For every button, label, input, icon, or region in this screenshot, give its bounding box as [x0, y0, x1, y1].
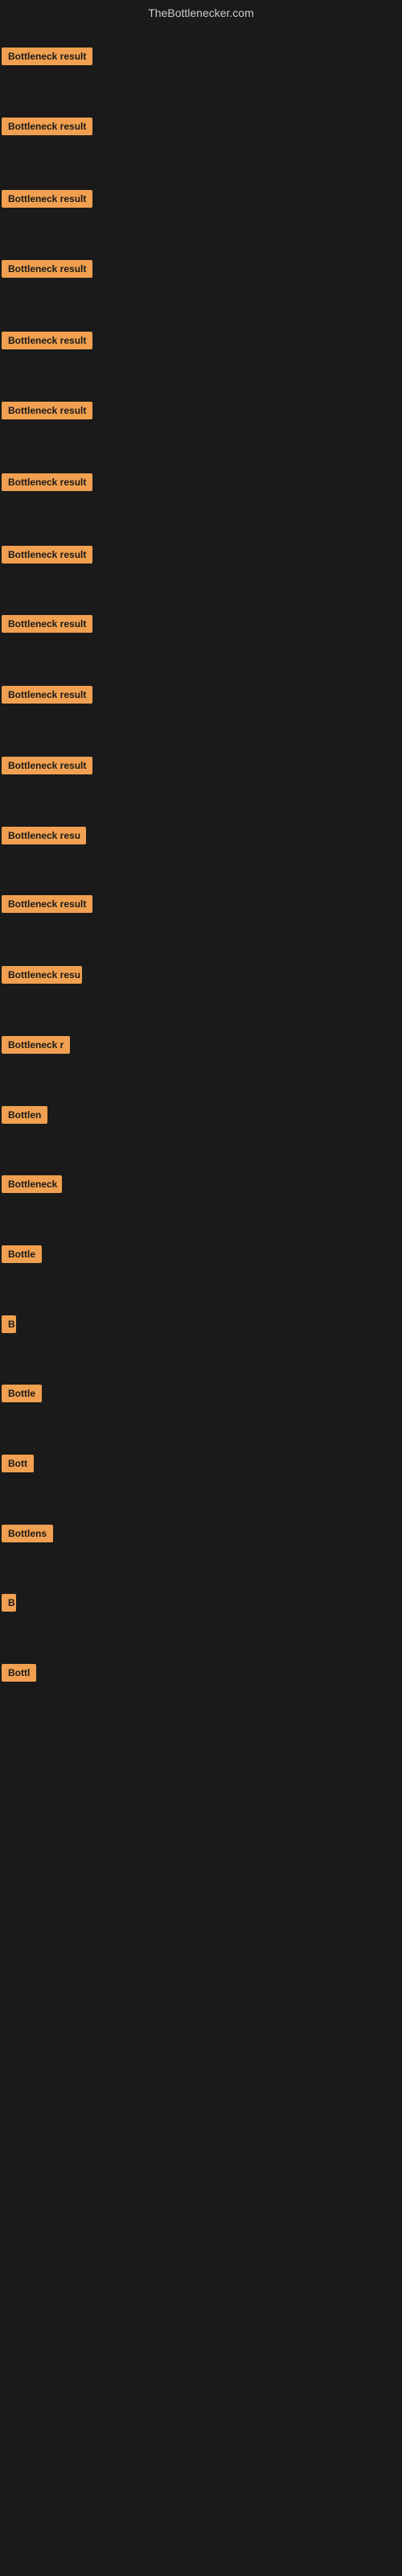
result-row: Bottleneck result	[2, 190, 396, 212]
bottleneck-badge[interactable]: Bottleneck result	[2, 118, 92, 135]
bottleneck-badge[interactable]: Bottleneck r	[2, 1036, 70, 1054]
bottleneck-badge[interactable]: B	[2, 1315, 16, 1333]
bottleneck-badge[interactable]: Bottle	[2, 1385, 42, 1402]
result-row: Bottlen	[2, 1106, 396, 1128]
bottleneck-badge[interactable]: Bottleneck result	[2, 332, 92, 349]
bottleneck-badge[interactable]: Bottle	[2, 1245, 42, 1263]
result-row: Bott	[2, 1455, 396, 1476]
bottleneck-badge[interactable]: Bottleneck resu	[2, 827, 86, 844]
result-row: Bottleneck result	[2, 546, 396, 568]
bottleneck-badge[interactable]: Bottlen	[2, 1106, 47, 1124]
result-row: Bottleneck resu	[2, 966, 396, 988]
bottleneck-badge[interactable]: Bottleneck result	[2, 895, 92, 913]
bottleneck-badge[interactable]: Bottleneck result	[2, 757, 92, 774]
bottleneck-badge[interactable]: Bottleneck result	[2, 473, 92, 491]
result-row: Bottleneck result	[2, 118, 396, 139]
result-row: Bottleneck result	[2, 686, 396, 708]
bottleneck-badge[interactable]: Bottleneck result	[2, 190, 92, 208]
result-row: Bottleneck	[2, 1175, 396, 1197]
result-row: Bottleneck resu	[2, 827, 396, 848]
site-title-text: TheBottlenecker.com	[148, 6, 254, 19]
bottleneck-badge[interactable]: Bottleneck result	[2, 686, 92, 704]
result-row: Bottlens	[2, 1525, 396, 1546]
bottleneck-badge[interactable]: Bottleneck result	[2, 615, 92, 633]
result-row: Bottleneck result	[2, 47, 396, 69]
result-row: Bottleneck result	[2, 615, 396, 637]
bottleneck-badge[interactable]: Bottl	[2, 1664, 36, 1682]
result-row: B	[2, 1315, 396, 1337]
result-row: Bottleneck r	[2, 1036, 396, 1058]
result-row: Bottleneck result	[2, 402, 396, 423]
result-row: Bottleneck result	[2, 332, 396, 353]
bottleneck-badge[interactable]: Bottleneck result	[2, 47, 92, 65]
site-title-bar: TheBottlenecker.com	[0, 0, 402, 26]
bottleneck-badge[interactable]: Bottleneck result	[2, 260, 92, 278]
result-row: Bottle	[2, 1245, 396, 1267]
result-row: B	[2, 1594, 396, 1616]
result-row: Bottleneck result	[2, 895, 396, 917]
result-row: Bottleneck result	[2, 473, 396, 495]
result-row: Bottl	[2, 1664, 396, 1686]
result-row: Bottleneck result	[2, 260, 396, 282]
bottleneck-badge[interactable]: Bottleneck result	[2, 546, 92, 564]
bottleneck-badge[interactable]: Bottleneck	[2, 1175, 62, 1193]
result-row: Bottle	[2, 1385, 396, 1406]
result-row: Bottleneck result	[2, 757, 396, 778]
bottleneck-badge[interactable]: Bott	[2, 1455, 34, 1472]
bottleneck-badge[interactable]: B	[2, 1594, 16, 1612]
results-container: Bottleneck result Bottleneck result Bottle…	[0, 26, 402, 2570]
bottleneck-badge[interactable]: Bottleneck resu	[2, 966, 82, 984]
bottleneck-badge[interactable]: Bottlens	[2, 1525, 53, 1542]
bottleneck-badge[interactable]: Bottleneck result	[2, 402, 92, 419]
